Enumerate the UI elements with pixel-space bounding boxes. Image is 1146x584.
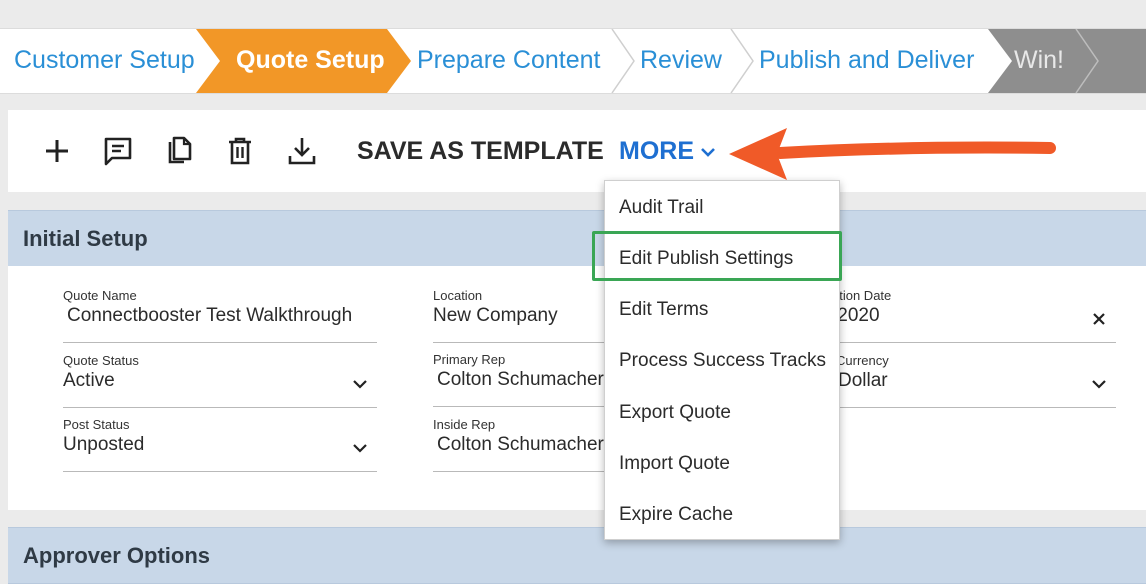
initial-setup-header[interactable]: Initial Setup [8, 210, 1146, 267]
step-customer-setup[interactable]: Customer Setup [14, 29, 195, 93]
step-separator [611, 29, 635, 93]
menu-item-audit-trail[interactable]: Audit Trail [605, 183, 839, 229]
copy-icon[interactable] [162, 134, 196, 168]
initial-setup-body: Quote Name Connectbooster Test Walkthrou… [8, 266, 1146, 510]
chevron-down-icon [701, 148, 715, 158]
more-button[interactable]: MORE [619, 137, 716, 166]
currency-select[interactable]: Currency Dollar [832, 353, 1116, 408]
approver-options-header[interactable]: Approver Options [8, 527, 1146, 584]
more-button-label: MORE [619, 137, 694, 165]
quote-name-field[interactable]: Quote Name Connectbooster Test Walkthrou… [63, 288, 377, 343]
field-label: Primary Rep [433, 352, 506, 367]
field-label: Inside Rep [433, 417, 496, 432]
step-separator [730, 29, 754, 93]
chevron-down-icon[interactable] [1090, 375, 1108, 393]
chevron-down-icon[interactable] [351, 375, 369, 393]
expiration-date-field[interactable]: ation Date /2020 [832, 288, 1116, 343]
field-label: Post Status [63, 417, 130, 432]
field-value: Active [63, 370, 115, 391]
quote-status-select[interactable]: Quote Status Active [63, 353, 377, 408]
wizard-steps: Customer Setup Quote Setup Prepare Conte… [0, 28, 1146, 94]
step-separator [1075, 29, 1099, 93]
more-dropdown-menu: Audit Trail Edit Publish Settings Edit T… [604, 180, 840, 540]
field-value: Colton Schumacher [437, 369, 604, 390]
primary-rep-field[interactable]: Primary Rep Colton Schumacher [433, 352, 608, 407]
field-value: New Company [433, 305, 558, 326]
comment-icon[interactable] [101, 134, 135, 168]
menu-item-expire-cache[interactable]: Expire Cache [605, 490, 839, 536]
save-as-template-button[interactable]: SAVE AS TEMPLATE [357, 137, 604, 166]
section-title: Approver Options [23, 543, 211, 568]
field-value: Colton Schumacher [437, 434, 604, 455]
step-prepare-content[interactable]: Prepare Content [417, 29, 600, 93]
menu-item-import-quote[interactable]: Import Quote [605, 439, 839, 485]
menu-item-edit-terms[interactable]: Edit Terms [605, 285, 839, 331]
plus-icon[interactable] [40, 134, 74, 168]
section-title: Initial Setup [23, 226, 148, 251]
field-label: ation Date [832, 288, 892, 303]
menu-item-export-quote[interactable]: Export Quote [605, 388, 839, 434]
field-value: Dollar [838, 370, 888, 391]
trash-icon[interactable] [223, 134, 257, 168]
menu-item-edit-publish-settings[interactable]: Edit Publish Settings [605, 234, 839, 280]
annotation-arrow-icon [729, 128, 1056, 180]
field-value: Unposted [63, 434, 145, 455]
close-icon[interactable] [1090, 310, 1108, 328]
chevron-down-icon[interactable] [351, 439, 369, 457]
field-label: Location [433, 288, 483, 303]
step-publish-and-deliver[interactable]: Publish and Deliver [759, 29, 974, 93]
step-review[interactable]: Review [640, 29, 722, 93]
download-icon[interactable] [285, 134, 319, 168]
inside-rep-field[interactable]: Inside Rep Colton Schumacher [433, 417, 608, 472]
field-label: Currency [836, 353, 889, 368]
field-value: Connectbooster Test Walkthrough [67, 305, 353, 326]
post-status-select[interactable]: Post Status Unposted [63, 417, 377, 472]
field-label: Quote Name [63, 288, 137, 303]
menu-item-process-success-tracks[interactable]: Process Success Tracks [605, 336, 839, 382]
step-win[interactable]: Win! [988, 29, 1146, 93]
location-field[interactable]: Location New Company [433, 288, 608, 343]
step-quote-setup[interactable]: Quote Setup [196, 29, 411, 93]
field-label: Quote Status [63, 353, 139, 368]
